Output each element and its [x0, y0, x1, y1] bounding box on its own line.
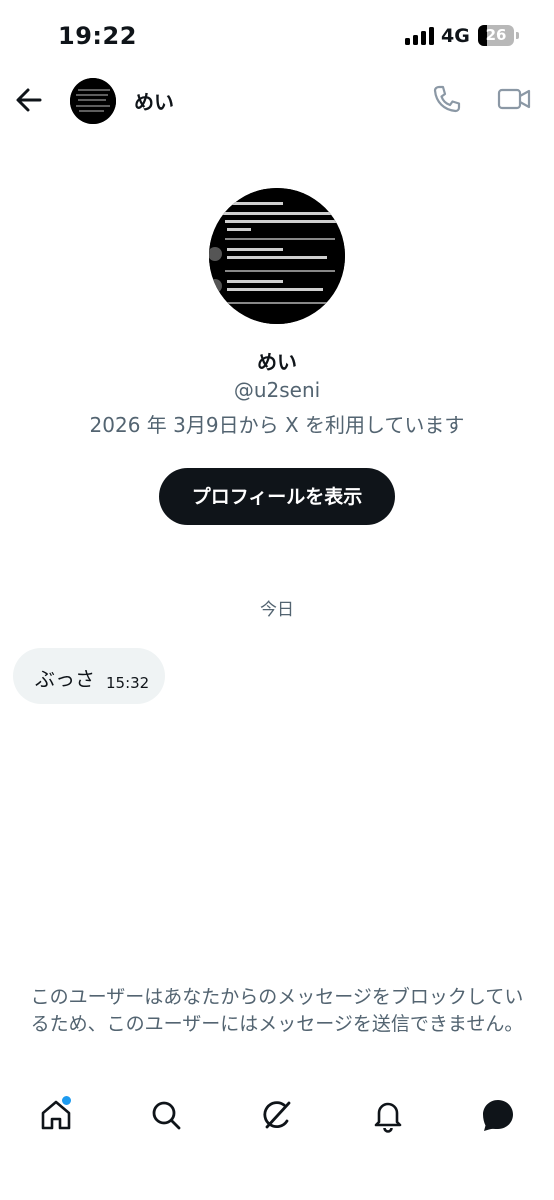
nav-notifications[interactable] — [370, 1097, 406, 1133]
nav-messages[interactable] — [480, 1097, 516, 1133]
profile-joined-date: 2026 年 3月9日から X を利用しています — [89, 413, 465, 437]
blocked-notice: このユーザーはあなたからのメッセージをブロックしているため、このユーザーにはメッ… — [30, 986, 524, 1035]
nav-grok[interactable] — [259, 1097, 295, 1133]
call-button[interactable] — [430, 82, 464, 116]
search-icon — [152, 1101, 181, 1130]
grok-icon — [263, 1101, 291, 1129]
conversation-header: めい — [0, 72, 554, 128]
signal-icon — [405, 27, 435, 45]
status-bar: 19:22 4G 26 — [0, 0, 554, 72]
nav-search[interactable] — [148, 1097, 184, 1133]
back-button[interactable] — [12, 82, 48, 118]
profile-handle: @u2seni — [233, 378, 321, 402]
view-profile-button[interactable]: プロフィールを表示 — [159, 468, 395, 525]
message-text: ぶっさ — [35, 667, 95, 691]
profile-avatar[interactable] — [209, 188, 345, 324]
home-notification-dot — [60, 1094, 73, 1107]
video-call-button[interactable] — [496, 82, 532, 116]
video-icon — [497, 88, 531, 110]
status-time: 19:22 — [58, 22, 137, 50]
message-time: 15:32 — [106, 674, 150, 692]
bottom-nav — [0, 1080, 554, 1150]
profile-name: めい — [257, 350, 297, 374]
back-arrow-icon — [16, 88, 42, 112]
message-bubble[interactable]: ぶっさ 15:32 — [13, 648, 165, 704]
network-type: 4G — [441, 25, 470, 47]
battery-percent: 26 — [485, 26, 507, 44]
phone-icon — [433, 85, 461, 113]
battery-icon: 26 — [478, 25, 519, 46]
header-name[interactable]: めい — [134, 86, 174, 115]
messages-icon — [483, 1100, 513, 1131]
date-separator: 今日 — [260, 600, 294, 620]
avatar[interactable] — [70, 78, 116, 124]
notifications-icon — [374, 1102, 402, 1133]
